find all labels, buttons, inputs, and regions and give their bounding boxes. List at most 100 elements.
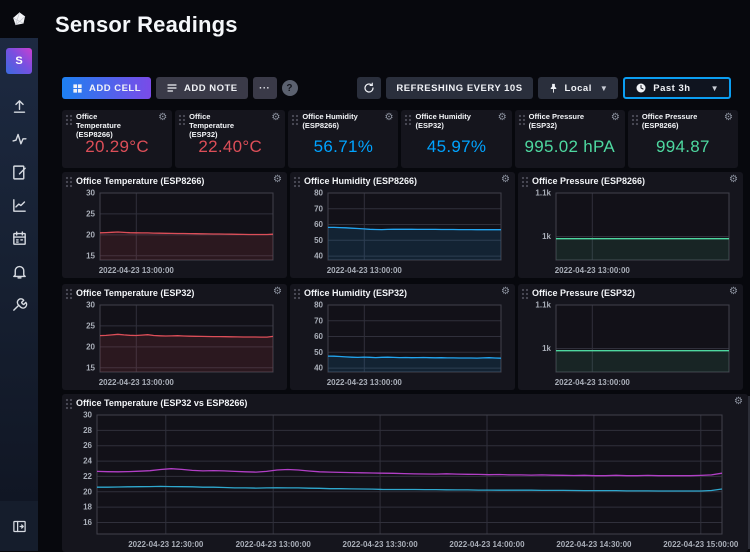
drag-handle-icon[interactable] [521, 288, 529, 300]
nav-data-explorer[interactable] [8, 129, 30, 149]
stat-title: Office Pressure (ESP8266) [641, 112, 698, 130]
chart-plot-area[interactable]: 15 20 25 30 2022-04-23 13:00:00 [62, 301, 287, 390]
gear-icon[interactable]: ⚙ [498, 113, 507, 123]
svg-text:60: 60 [314, 332, 323, 341]
svg-text:2022-04-23 13:30:00: 2022-04-23 13:30:00 [343, 540, 419, 549]
nav-tasks[interactable] [8, 228, 30, 248]
dashboards-icon [12, 198, 26, 212]
drag-handle-icon[interactable] [65, 176, 73, 188]
svg-text:15: 15 [86, 251, 95, 260]
add-cell-button[interactable]: ADD CELL [62, 77, 152, 99]
stat-cell: Office Temperature (ESP32) ⚙ 22.40°C [175, 110, 286, 168]
svg-text:50: 50 [314, 348, 323, 357]
refresh-interval-button[interactable]: REFRESHING EVERY 10S [386, 77, 533, 99]
more-options-button[interactable]: ··· [252, 77, 277, 99]
gear-icon[interactable]: ⚙ [734, 397, 743, 407]
timezone-dropdown[interactable]: Local ▼ [537, 77, 619, 99]
chart-cell: Office Temperature (ESP8266) ⚙ 15 20 25 30 2… [62, 172, 287, 278]
svg-text:2022-04-23 14:30:00: 2022-04-23 14:30:00 [556, 540, 632, 549]
svg-text:30: 30 [83, 411, 92, 420]
gear-icon[interactable]: ⚙ [729, 175, 738, 185]
gear-icon[interactable]: ⚙ [273, 287, 282, 297]
drag-handle-icon[interactable] [631, 114, 639, 126]
time-range-dropdown[interactable]: Past 3h ▼ [623, 77, 731, 99]
chart-title: Office Temperature (ESP32 vs ESP8266) [76, 398, 248, 408]
svg-text:70: 70 [314, 204, 323, 213]
influxdb-logo[interactable] [8, 9, 30, 29]
svg-text:25: 25 [86, 209, 95, 218]
chart-row-esp8266: Office Temperature (ESP8266) ⚙ 15 20 25 30 2… [62, 172, 743, 278]
chart-row-comparison: Office Temperature (ESP32 vs ESP8266) ⚙ … [62, 394, 748, 552]
gear-icon[interactable]: ⚙ [729, 287, 738, 297]
chart-plot-area[interactable]: 16 18 20 22 24 26 28 30 2022-04-23 12:30:00 2022-… [62, 411, 748, 552]
chart-plot-area[interactable]: 1k 1.1k 2022-04-23 13:00:00 [518, 301, 743, 390]
pin-icon [550, 83, 556, 93]
help-button[interactable]: ? [281, 80, 298, 96]
org-avatar[interactable]: S [6, 48, 32, 74]
svg-text:2022-04-23 13:00:00: 2022-04-23 13:00:00 [99, 378, 175, 387]
drag-handle-icon[interactable] [518, 114, 526, 126]
gear-icon[interactable]: ⚙ [724, 113, 733, 123]
refresh-button[interactable] [357, 77, 382, 99]
gear-icon[interactable]: ⚙ [273, 175, 282, 185]
stat-cell: Office Pressure (ESP32) ⚙ 995.02 hPA [514, 110, 625, 168]
svg-text:20: 20 [86, 342, 95, 351]
add-note-button[interactable]: ADD NOTE [156, 77, 248, 99]
svg-text:30: 30 [86, 301, 95, 310]
gear-icon[interactable]: ⚙ [385, 113, 394, 123]
drag-handle-icon[interactable] [65, 288, 73, 300]
chart-plot-area[interactable]: 40 50 60 70 80 2022-04-23 13:00:00 [290, 301, 515, 390]
svg-text:70: 70 [314, 316, 323, 325]
settings-wrench-icon [12, 297, 27, 311]
add-note-label: ADD NOTE [184, 82, 238, 94]
svg-text:24: 24 [83, 457, 92, 466]
nav-dashboards[interactable] [8, 195, 30, 215]
chart-title: Office Pressure (ESP32) [532, 288, 636, 298]
svg-text:1.1k: 1.1k [535, 301, 551, 310]
svg-text:2022-04-23 13:00:00: 2022-04-23 13:00:00 [555, 378, 631, 387]
drag-handle-icon[interactable] [521, 176, 529, 188]
chart-cell: Office Pressure (ESP8266) ⚙ 1k 1.1k 2022-0… [518, 172, 743, 278]
dashboard-page: Sensor Readings ADD CELL ADD NOTE ··· ? … [38, 0, 750, 552]
stat-value: 56.71% [313, 137, 374, 156]
nav-settings[interactable] [8, 294, 30, 314]
ellipsis-icon: ··· [259, 82, 271, 94]
chart-cell: Office Humidity (ESP32) ⚙ 40 50 60 70 80 2022… [290, 284, 515, 390]
sidebar-footer [0, 501, 38, 551]
drag-handle-icon[interactable] [65, 114, 73, 126]
gear-icon[interactable]: ⚙ [611, 113, 620, 123]
svg-text:80: 80 [314, 189, 323, 198]
stat-cell: Office Temperature (ESP8266) ⚙ 20.29°C [62, 110, 173, 168]
gear-icon[interactable]: ⚙ [158, 113, 167, 123]
drag-handle-icon[interactable] [293, 288, 301, 300]
notebooks-icon [12, 164, 26, 180]
gear-icon[interactable]: ⚙ [501, 175, 510, 185]
chart-plot-area[interactable]: 1k 1.1k 2022-04-23 13:00:00 [518, 189, 743, 278]
nav-notebooks[interactable] [8, 162, 30, 182]
chart-cell: Office Pressure (ESP32) ⚙ 1k 1.1k 2022-04-… [518, 284, 743, 390]
stat-title: Office Temperature (ESP8266) [76, 112, 121, 139]
page-title: Sensor Readings [55, 12, 238, 37]
gear-icon[interactable]: ⚙ [271, 113, 280, 123]
chart-row-esp32: Office Temperature (ESP32) ⚙ 15 20 25 30 202… [62, 284, 743, 390]
svg-text:15: 15 [86, 363, 95, 372]
nav-alerts[interactable] [8, 261, 30, 281]
org-avatar-letter: S [15, 55, 23, 67]
drag-handle-icon[interactable] [65, 398, 73, 410]
chart-plot-area[interactable]: 15 20 25 30 2022-04-23 13:00:00 [62, 189, 287, 278]
drag-handle-icon[interactable] [291, 114, 299, 126]
drag-handle-icon[interactable] [178, 114, 186, 126]
expand-sidebar-button[interactable] [8, 516, 30, 536]
svg-text:2022-04-23 14:00:00: 2022-04-23 14:00:00 [449, 540, 525, 549]
stat-value: 20.29°C [85, 137, 149, 156]
chart-plot-area[interactable]: 40 50 60 70 80 2022-04-23 13:00:00 [290, 189, 515, 278]
drag-handle-icon[interactable] [293, 176, 301, 188]
svg-text:26: 26 [83, 441, 92, 450]
stat-cell: Office Humidity (ESP32) ⚙ 45.97% [401, 110, 512, 168]
drag-handle-icon[interactable] [404, 114, 412, 126]
refresh-icon [364, 82, 374, 93]
nav-upload[interactable] [8, 96, 30, 116]
gear-icon[interactable]: ⚙ [501, 287, 510, 297]
svg-text:2022-04-23 13:00:00: 2022-04-23 13:00:00 [236, 540, 312, 549]
svg-text:40: 40 [314, 252, 323, 261]
